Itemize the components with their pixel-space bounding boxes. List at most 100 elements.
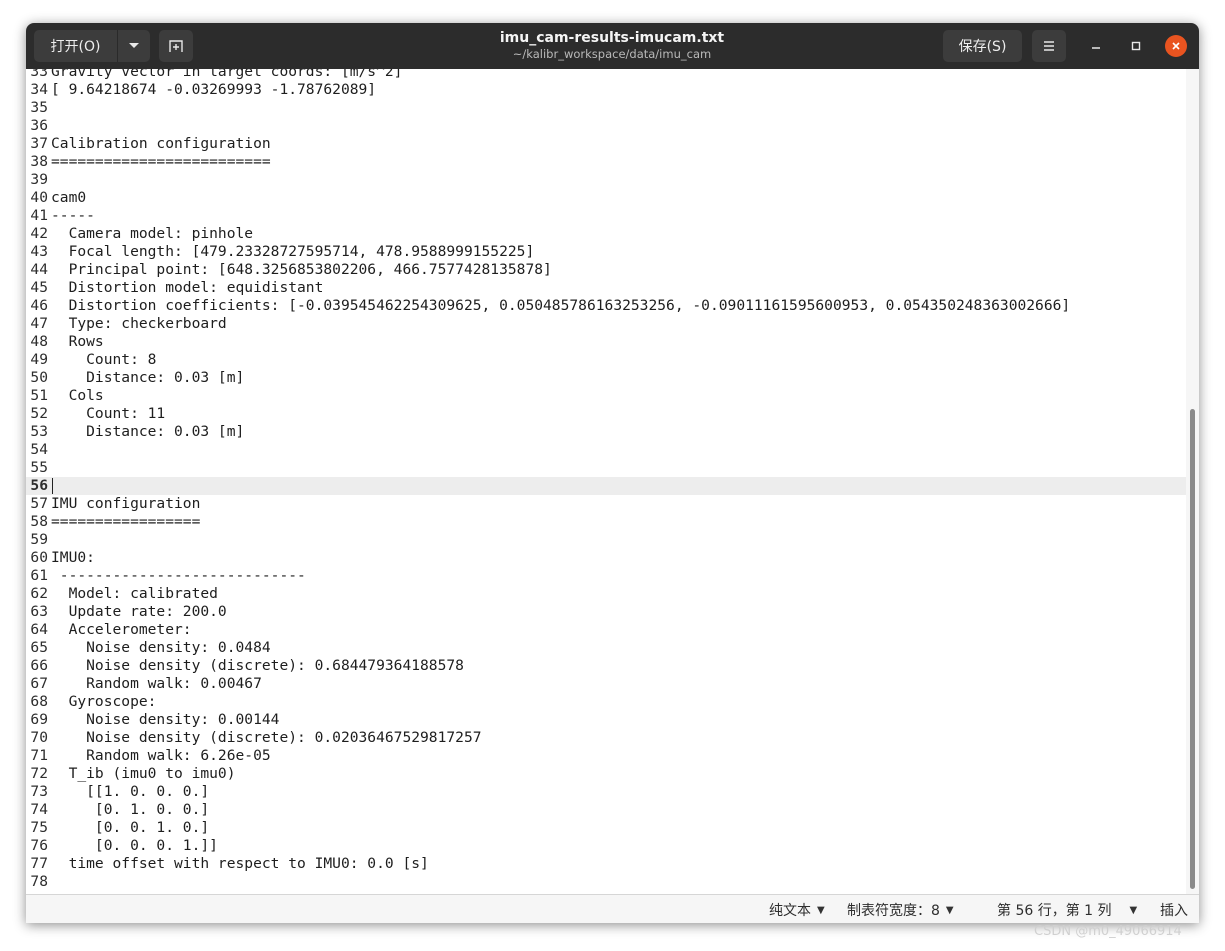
watermark: CSDN @m0_49066914 [1034, 924, 1182, 939]
line-text: Count: 11 [51, 405, 166, 422]
new-document-button[interactable] [159, 30, 193, 62]
editor-line[interactable]: 40 cam0 [26, 189, 1186, 207]
line-text: ---------------------------- [51, 567, 306, 584]
open-menu-button[interactable] [118, 30, 150, 62]
editor-line[interactable]: 37 Calibration configuration [26, 135, 1186, 153]
close-button[interactable] [1165, 35, 1187, 57]
line-text: Distortion coefficients: [-0.03954546225… [51, 297, 1071, 314]
scrollbar-thumb[interactable] [1190, 409, 1195, 889]
line-number: 57 [30, 495, 48, 512]
line-text: Distance: 0.03 [m] [51, 369, 245, 386]
editor-line[interactable]: 73 [[1. 0. 0. 0.] [26, 783, 1186, 801]
editor-line[interactable]: 48 Rows [26, 333, 1186, 351]
editor-line[interactable]: 35 [26, 99, 1186, 117]
line-number: 75 [30, 819, 48, 836]
insert-mode-label: 插入 [1160, 903, 1188, 919]
editor-line[interactable]: 61 ---------------------------- [26, 567, 1186, 585]
editor-line[interactable]: 38 ========================= [26, 153, 1186, 171]
line-number: 73 [30, 783, 48, 800]
line-text: Type: checkerboard [51, 315, 227, 332]
editor-line[interactable]: 33 Gravity vector in target coords: [m/s^… [26, 69, 1186, 81]
language-selector[interactable]: 纯文本 ▼ [769, 900, 825, 920]
line-number: 69 [30, 711, 48, 728]
editor-line[interactable]: 71 Random walk: 6.26e-05 [26, 747, 1186, 765]
editor-line[interactable]: 53 Distance: 0.03 [m] [26, 423, 1186, 441]
editor-line[interactable]: 46 Distortion coefficients: [-0.03954546… [26, 297, 1186, 315]
editor-line[interactable]: 52 Count: 11 [26, 405, 1186, 423]
line-text: Accelerometer: [51, 621, 192, 638]
editor-line[interactable]: 57 IMU configuration [26, 495, 1186, 513]
editor-line[interactable]: 69 Noise density: 0.00144 [26, 711, 1186, 729]
editor-line[interactable]: 65 Noise density: 0.0484 [26, 639, 1186, 657]
line-number: 77 [30, 855, 48, 872]
language-label: 纯文本 [769, 903, 811, 919]
open-button[interactable]: 打开(O) [34, 30, 118, 62]
editor-line[interactable]: 67 Random walk: 0.00467 [26, 675, 1186, 693]
maximize-button[interactable] [1125, 35, 1147, 57]
line-number: 44 [30, 261, 48, 278]
main-menu-button[interactable] [1032, 30, 1066, 62]
chevron-down-icon: ▼ [817, 904, 825, 916]
editor-line[interactable]: 63 Update rate: 200.0 [26, 603, 1186, 621]
line-number: 38 [30, 153, 48, 170]
minimize-button[interactable] [1085, 35, 1107, 57]
editor-line[interactable]: 74 [0. 1. 0. 0.] [26, 801, 1186, 819]
editor-line[interactable]: 62 Model: calibrated [26, 585, 1186, 603]
editor-line[interactable]: 68 Gyroscope: [26, 693, 1186, 711]
line-text: [0. 0. 1. 0.] [51, 819, 210, 836]
editor-line[interactable]: 75 [0. 0. 1. 0.] [26, 819, 1186, 837]
editor-line[interactable]: 39 [26, 171, 1186, 189]
editor-line[interactable]: 76 [0. 0. 0. 1.]] [26, 837, 1186, 855]
editor-line[interactable]: 77 time offset with respect to IMU0: 0.0… [26, 855, 1186, 873]
line-text: Noise density (discrete): 0.020364675298… [51, 729, 482, 746]
line-text: IMU0: [51, 549, 95, 566]
vertical-scrollbar[interactable] [1186, 69, 1199, 894]
line-number: 56 [30, 477, 48, 494]
line-text: Random walk: 6.26e-05 [51, 747, 271, 764]
line-number: 52 [30, 405, 48, 422]
editor-line[interactable]: 72 T_ib (imu0 to imu0) [26, 765, 1186, 783]
cursor-position-selector[interactable]: 第 56 行，第 1 列 ▼ [997, 900, 1137, 920]
insert-mode-indicator[interactable]: 插入 [1160, 900, 1188, 920]
editor-line[interactable]: 64 Accelerometer: [26, 621, 1186, 639]
line-number: 49 [30, 351, 48, 368]
editor-line[interactable]: 78 [26, 873, 1186, 891]
tab-width-label: 制表符宽度：8 [847, 903, 940, 919]
text-editor[interactable]: 33 Gravity vector in target coords: [m/s^… [26, 69, 1199, 894]
editor-line[interactable]: 58 ================= [26, 513, 1186, 531]
editor-line[interactable]: 45 Distortion model: equidistant [26, 279, 1186, 297]
line-number: 53 [30, 423, 48, 440]
editor-line[interactable]: 56 [26, 477, 1186, 495]
editor-line[interactable]: 41 ----- [26, 207, 1186, 225]
line-text: ========================= [51, 153, 271, 170]
editor-line[interactable]: 43 Focal length: [479.23328727595714, 47… [26, 243, 1186, 261]
header-bar: 打开(O) imu_cam-results-imucam.txt ~/kalib… [26, 23, 1199, 69]
line-text: [ 9.64218674 -0.03269993 -1.78762089] [51, 81, 377, 98]
editor-line[interactable]: 66 Noise density (discrete): 0.684479364… [26, 657, 1186, 675]
editor-line[interactable]: 47 Type: checkerboard [26, 315, 1186, 333]
editor-line[interactable]: 34[ 9.64218674 -0.03269993 -1.78762089] [26, 81, 1186, 99]
save-button[interactable]: 保存(S) [943, 30, 1022, 62]
line-text: Rows [51, 333, 104, 350]
editor-line[interactable]: 55 [26, 459, 1186, 477]
tab-width-selector[interactable]: 制表符宽度：8 ▼ [847, 900, 954, 920]
editor-line[interactable]: 44 Principal point: [648.3256853802206, … [26, 261, 1186, 279]
line-text: Noise density: 0.0484 [51, 639, 271, 656]
line-number: 62 [30, 585, 48, 602]
line-number: 61 [30, 567, 48, 584]
editor-line[interactable]: 59 [26, 531, 1186, 549]
editor-line[interactable]: 42 Camera model: pinhole [26, 225, 1186, 243]
line-number: 63 [30, 603, 48, 620]
editor-line[interactable]: 51 Cols [26, 387, 1186, 405]
editor-line[interactable]: 60 IMU0: [26, 549, 1186, 567]
line-number: 33 [30, 69, 48, 80]
editor-line[interactable]: 50 Distance: 0.03 [m] [26, 369, 1186, 387]
editor-line[interactable]: 70 Noise density (discrete): 0.020364675… [26, 729, 1186, 747]
editor-line[interactable]: 49 Count: 8 [26, 351, 1186, 369]
line-text: Noise density (discrete): 0.684479364188… [51, 657, 464, 674]
editor-line[interactable]: 36 [26, 117, 1186, 135]
line-text: Distance: 0.03 [m] [51, 423, 245, 440]
text-cursor [52, 478, 53, 494]
minimize-icon [1092, 47, 1100, 49]
editor-line[interactable]: 54 [26, 441, 1186, 459]
